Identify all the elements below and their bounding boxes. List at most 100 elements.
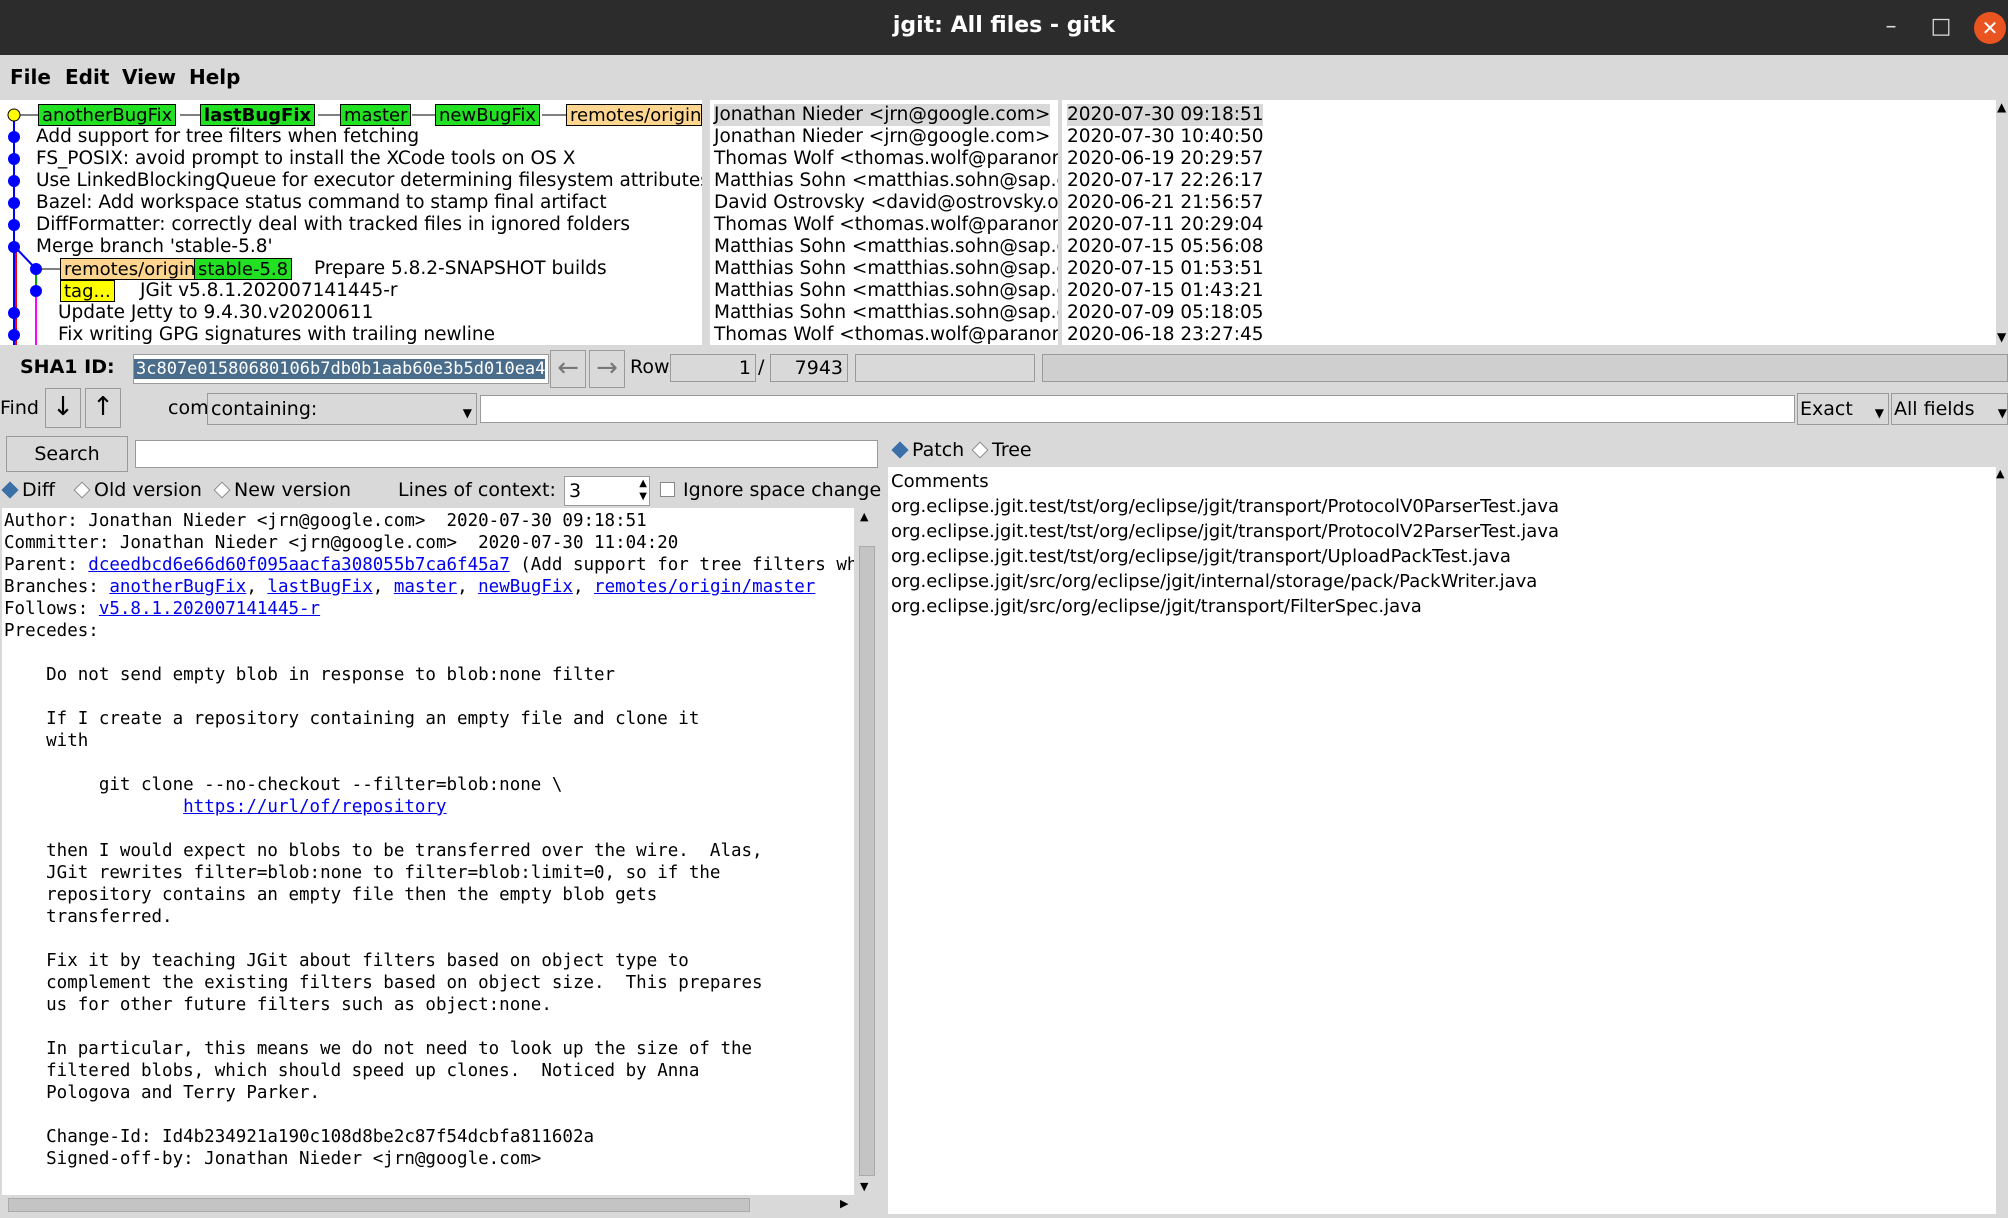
commit-date[interactable]: 2020-07-30 09:18:51: [1067, 104, 1264, 126]
commit-subject[interactable]: Bazel: Add workspace status command to s…: [36, 192, 607, 214]
ignore-space-checkbox[interactable]: Ignore space change: [660, 479, 881, 501]
commit-author[interactable]: Matthias Sohn <matthias.sohn@sap.c: [714, 236, 1058, 258]
commit-subject[interactable]: Fix writing GPG signatures with trailing…: [58, 324, 495, 345]
remote-tag-origin[interactable]: remotes/origin/: [60, 258, 202, 280]
commit-date[interactable]: 2020-06-21 21:56:57: [1067, 192, 1263, 214]
sha-input[interactable]: 3c807e01580680106b7db0b1aab60e3b5d010ea4: [133, 354, 549, 384]
parent-hash-link[interactable]: dceedbcd6e66d60f095aacfa308055b7ca6f45a7: [88, 555, 509, 575]
find-input[interactable]: [480, 395, 1795, 423]
commit-date[interactable]: 2020-07-15 05:56:08: [1067, 236, 1263, 258]
commit-subject[interactable]: Use LinkedBlockingQueue for executor det…: [36, 170, 702, 192]
commit-subject[interactable]: DiffFormatter: correctly deal with track…: [36, 214, 630, 236]
commit-date[interactable]: 2020-06-18 23:27:45: [1067, 324, 1263, 345]
tag-label[interactable]: tag...: [60, 280, 115, 302]
branch-tag-master[interactable]: master: [340, 104, 412, 126]
scroll-up-icon[interactable]: ▲: [1997, 100, 2006, 114]
scroll-down-icon[interactable]: ▼: [1997, 330, 2006, 344]
branch-link[interactable]: master: [394, 577, 457, 597]
commit-date[interactable]: 2020-07-09 05:18:05: [1067, 302, 1263, 324]
branch-tag-stable[interactable]: stable-5.8: [194, 258, 293, 280]
commit-subject[interactable]: Prepare 5.8.2-SNAPSHOT builds: [314, 258, 607, 280]
forward-arrow-icon[interactable]: →: [589, 350, 625, 388]
author-pane[interactable]: Jonathan Nieder <jrn@google.com> Jonatha…: [710, 100, 1058, 345]
commit-author[interactable]: Matthias Sohn <matthias.sohn@sap.c: [714, 280, 1058, 302]
file-list-item[interactable]: org.eclipse.jgit.test/tst/org/eclipse/jg…: [891, 519, 1559, 544]
commit-date[interactable]: 2020-07-15 01:53:51: [1067, 258, 1263, 280]
commit-date[interactable]: 2020-07-11 20:29:04: [1067, 214, 1263, 236]
commit-author[interactable]: Thomas Wolf <thomas.wolf@paranor.c: [714, 148, 1058, 170]
commit-author[interactable]: David Ostrovsky <david@ostrovsky.or: [714, 192, 1058, 214]
file-list-item[interactable]: Comments: [891, 469, 989, 494]
commit-date[interactable]: 2020-07-30 10:40:50: [1067, 126, 1263, 148]
find-mode-select[interactable]: containing: ▼: [207, 393, 477, 425]
commit-subject[interactable]: JGit v5.8.1.202007141445-r: [140, 280, 398, 302]
commit-subject[interactable]: Update Jetty to 9.4.30.v20200611: [58, 302, 373, 324]
commit-graph-pane[interactable]: anotherBugFix lastBugFix master newBugFi…: [0, 100, 702, 345]
branch-link[interactable]: lastBugFix: [267, 577, 372, 597]
file-list-item[interactable]: org.eclipse.jgit.test/tst/org/eclipse/jg…: [891, 494, 1559, 519]
menu-edit[interactable]: Edit: [65, 65, 109, 89]
commit-date[interactable]: 2020-07-17 22:26:17: [1067, 170, 1263, 192]
context-spinbox[interactable]: 3 ▲ ▼: [564, 476, 650, 506]
search-button[interactable]: Search: [6, 436, 128, 472]
file-list-scrollbar[interactable]: ▲: [1996, 467, 2008, 1214]
details-hscrollbar[interactable]: ▶: [2, 1197, 854, 1215]
menu-help[interactable]: Help: [189, 65, 240, 89]
remote-tag-origin[interactable]: remotes/origin/: [566, 104, 702, 126]
follows-link[interactable]: v5.8.1.202007141445-r: [99, 599, 320, 619]
patch-radio[interactable]: Patch: [890, 439, 964, 461]
new-version-radio[interactable]: New version: [212, 479, 351, 501]
commit-date[interactable]: 2020-06-19 20:29:57: [1067, 148, 1263, 170]
minimize-icon[interactable]: –: [1876, 12, 1906, 42]
commit-subject[interactable]: Merge branch 'stable-5.8': [36, 236, 273, 258]
spinbox-arrows-icon[interactable]: ▲ ▼: [639, 477, 647, 503]
commit-subject[interactable]: FS_POSIX: avoid prompt to install the XC…: [36, 148, 575, 170]
scroll-right-icon[interactable]: ▶: [840, 1197, 848, 1210]
sha-value: 3c807e01580680106b7db0b1aab60e3b5d010ea4: [134, 359, 546, 379]
patch-radio-indicator: [891, 441, 909, 459]
commit-author[interactable]: Thomas Wolf <thomas.wolf@paranor.c: [714, 214, 1058, 236]
hscroll-thumb[interactable]: [8, 1198, 750, 1212]
branch-tag-lastbugfix[interactable]: lastBugFix: [200, 104, 316, 126]
scroll-thumb[interactable]: [859, 546, 875, 1176]
tree-radio[interactable]: Tree: [970, 439, 1032, 461]
commit-subject[interactable]: Add support for tree filters when fetchi…: [36, 126, 419, 148]
find-up-icon[interactable]: ↑: [85, 388, 121, 428]
details-vscrollbar[interactable]: ▲ ▼: [857, 508, 877, 1195]
branch-link[interactable]: newBugFix: [478, 577, 573, 597]
commit-author[interactable]: Jonathan Nieder <jrn@google.com>: [714, 104, 1051, 126]
commit-author[interactable]: Matthias Sohn <matthias.sohn@sap.c: [714, 170, 1058, 192]
find-down-icon[interactable]: ↓: [45, 388, 81, 428]
commit-list-scrollbar[interactable]: ▲ ▼: [1996, 100, 2008, 345]
diff-radio[interactable]: Diff: [0, 479, 55, 501]
back-arrow-icon[interactable]: ←: [550, 350, 586, 388]
file-list-item[interactable]: org.eclipse.jgit/src/org/eclipse/jgit/tr…: [891, 594, 1422, 619]
menu-file[interactable]: File: [10, 65, 51, 89]
maximize-icon[interactable]: □: [1926, 12, 1956, 42]
commit-author[interactable]: Matthias Sohn <matthias.sohn@sap.c: [714, 258, 1058, 280]
commit-author[interactable]: Jonathan Nieder <jrn@google.com>: [714, 126, 1050, 148]
commit-author[interactable]: Thomas Wolf <thomas.wolf@paranor.c: [714, 324, 1058, 345]
menu-view[interactable]: View: [122, 65, 176, 89]
scroll-up-icon[interactable]: ▲: [1996, 467, 2004, 480]
file-list-item[interactable]: org.eclipse.jgit/src/org/eclipse/jgit/in…: [891, 569, 1537, 594]
find-fields-select[interactable]: All fields ▼: [1891, 393, 2008, 425]
branch-tag-newbugfix[interactable]: newBugFix: [435, 104, 541, 126]
search-input[interactable]: [135, 440, 878, 468]
old-version-radio[interactable]: Old version: [72, 479, 202, 501]
find-match-select[interactable]: Exact ▼: [1797, 393, 1889, 425]
commit-date[interactable]: 2020-07-15 01:43:21: [1067, 280, 1263, 302]
repository-url-link[interactable]: https://url/of/repository: [183, 797, 446, 817]
file-list-item[interactable]: org.eclipse.jgit.test/tst/org/eclipse/jg…: [891, 544, 1511, 569]
branch-tag-anotherbugfix[interactable]: anotherBugFix: [38, 104, 177, 126]
commit-author[interactable]: Matthias Sohn <matthias.sohn@sap.c: [714, 302, 1058, 324]
date-pane[interactable]: 2020-07-30 09:18:51 2020-07-30 10:40:50 …: [1062, 100, 1996, 345]
branch-link[interactable]: remotes/origin/master: [594, 577, 815, 597]
commit-details-pane[interactable]: Author: Jonathan Nieder <jrn@google.com>…: [2, 508, 854, 1195]
scroll-up-icon[interactable]: ▲: [860, 510, 868, 523]
close-icon[interactable]: ✕: [1974, 12, 2006, 44]
scroll-down-icon[interactable]: ▼: [860, 1180, 868, 1193]
file-list-pane[interactable]: Comments org.eclipse.jgit.test/tst/org/e…: [888, 467, 1996, 1214]
message-line: If I create a repository containing an e…: [4, 709, 700, 729]
branch-link[interactable]: anotherBugFix: [109, 577, 246, 597]
